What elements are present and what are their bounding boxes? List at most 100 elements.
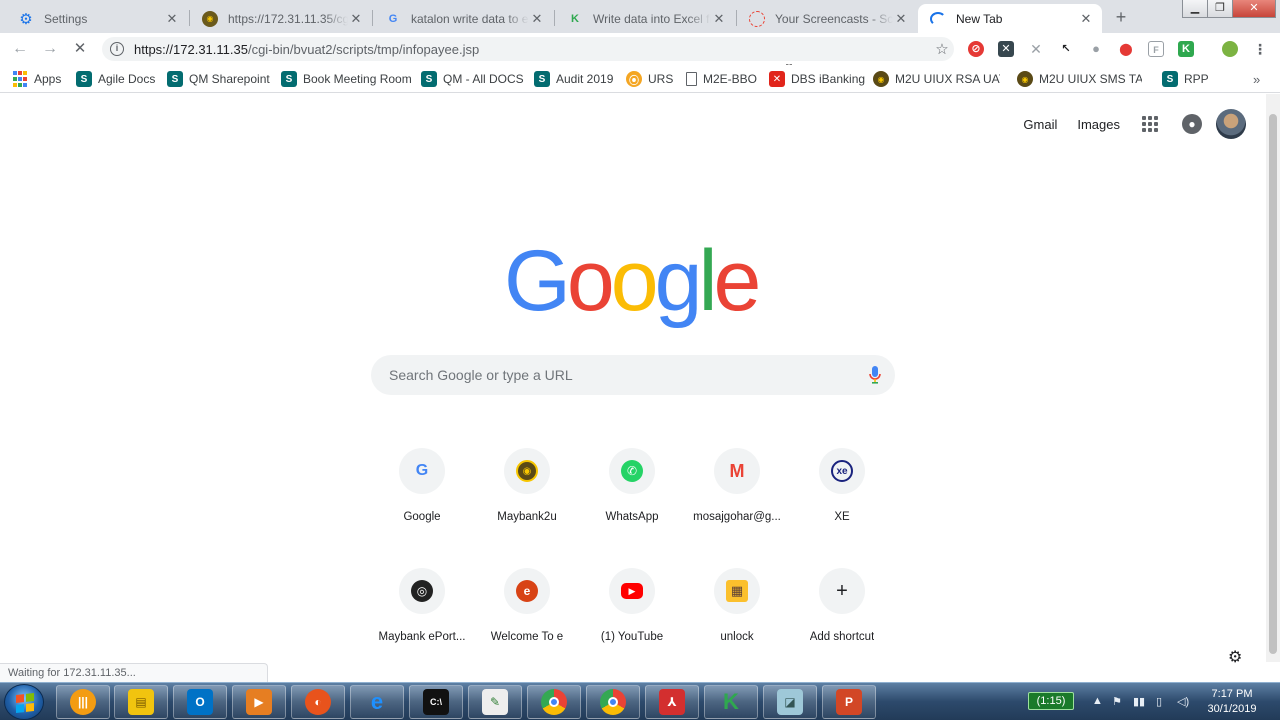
extension-x-icon[interactable]: ✕ xyxy=(998,41,1014,57)
shortcut-whatsapp[interactable]: ✆ WhatsApp xyxy=(576,440,688,540)
network-icon[interactable]: ▮▮ xyxy=(1133,695,1145,708)
bookmark-audit-2019[interactable]: S Audit 2019 xyxy=(534,70,613,88)
bookmark-agile-docs[interactable]: S Agile Docs xyxy=(76,70,155,88)
taskbar-acrobat[interactable]: ⅄ xyxy=(645,685,699,719)
taskbar-chrome-2[interactable] xyxy=(586,685,640,719)
taskbar-ie[interactable]: e xyxy=(350,685,404,719)
extension-red-icon[interactable]: ⊘ xyxy=(968,41,984,57)
extension-cross-icon[interactable]: ✕ xyxy=(1028,41,1044,57)
close-icon[interactable]: ✕ xyxy=(529,11,545,27)
search-box[interactable] xyxy=(371,355,895,395)
shortcut-maybank-eportal[interactable]: ◎ Maybank ePort... xyxy=(366,560,478,660)
forward-arrow-icon[interactable]: → xyxy=(39,38,61,60)
tab-katalon-search[interactable]: G katalon write data to excel ✕ xyxy=(373,4,553,33)
fingerprint-icon: ◎ xyxy=(399,568,445,614)
extension-cursor-icon[interactable]: ↖ xyxy=(1058,41,1074,57)
chevron-up-icon[interactable]: ▲ xyxy=(1092,695,1103,707)
bookmark-m2e-bbo[interactable]: M2E-BBO xyxy=(686,70,757,88)
bookmark-qm-all-docs[interactable]: S QM - All DOCS xyxy=(421,70,524,88)
shortcut-xe[interactable]: xe XE xyxy=(786,440,898,540)
katalon-icon: K xyxy=(723,689,739,714)
tab-new-tab[interactable]: New Tab ✕ xyxy=(918,4,1102,33)
avatar[interactable] xyxy=(1216,109,1246,139)
taskbar-notepad[interactable]: ✎ xyxy=(468,685,522,719)
close-icon[interactable]: ✕ xyxy=(164,11,180,27)
minimize-button[interactable]: ▁ xyxy=(1182,0,1208,18)
tab-settings[interactable]: ⚙ Settings ✕ xyxy=(6,4,188,33)
address-bar[interactable]: i https://172.31.11.35/cgi-bin/bvuat2/sc… xyxy=(102,37,954,61)
shortcut-label: Add shortcut xyxy=(809,631,875,643)
bookmark-dbs-ibanking[interactable]: ✕ DBS iBanking xyxy=(769,70,865,88)
bookmark-book-meeting-room[interactable]: S Book Meeting Room xyxy=(281,70,412,88)
bookmark-apps[interactable]: Apps xyxy=(12,70,61,88)
bookmark-qm-sharepoint[interactable]: S QM Sharepoint xyxy=(167,70,270,88)
shortcut-gmail[interactable]: M mosajgohar@g... xyxy=(681,440,793,540)
bookmark-m2u-sms-table[interactable]: ◉ M2U UIUX SMS TABLE xyxy=(1017,70,1142,88)
close-icon[interactable]: ✕ xyxy=(1078,11,1094,27)
tab-screencasts[interactable]: Your Screencasts - Screencast ✕ xyxy=(737,4,917,33)
url-text[interactable]: https://172.31.11.35/cgi-bin/bvuat2/scri… xyxy=(134,42,930,57)
new-tab-button[interactable]: + xyxy=(1108,6,1134,28)
close-icon[interactable]: ✕ xyxy=(893,11,909,27)
taskbar-firefox[interactable]: ◐ xyxy=(291,685,345,719)
taskbar-cmd[interactable]: C:\ xyxy=(409,685,463,719)
extension-green-icon[interactable] xyxy=(1222,41,1238,57)
taskbar-chrome-1[interactable] xyxy=(527,685,581,719)
sharepoint-icon: S xyxy=(281,71,297,87)
google-icon: G xyxy=(388,12,398,25)
add-shortcut-button[interactable]: + Add shortcut xyxy=(786,560,898,660)
bookmark-urs[interactable]: ⦿ URS xyxy=(626,70,673,88)
customize-gear-icon[interactable]: ⚙ xyxy=(1228,647,1242,667)
shortcut-maybank2u[interactable]: ◉ Maybank2u xyxy=(471,440,583,540)
bookmark-m2u-rsa-uat[interactable]: ◉ M2U UIUX RSA UAT xyxy=(873,70,1000,88)
tab-write-excel[interactable]: K Write data into Excel file ✕ xyxy=(555,4,735,33)
search-input[interactable] xyxy=(389,367,855,383)
maybank-icon: ◉ xyxy=(873,71,889,87)
taskbar-outlook[interactable]: O xyxy=(173,685,227,719)
tab-title: https://172.31.11.35/cgi-bin xyxy=(228,11,348,26)
new-tab-page: Gmail Images ● Google Search Google or t… xyxy=(0,94,1266,666)
chevron-right-icon[interactable]: » xyxy=(1253,72,1260,87)
sharepoint-icon: S xyxy=(76,71,92,87)
extension-record-icon[interactable]: ⬤ xyxy=(1118,41,1134,57)
bookmark-star-icon[interactable]: ☆ xyxy=(930,40,954,58)
menu-dots-icon[interactable]: ⋮ xyxy=(1252,41,1268,57)
folder-icon: ▤ xyxy=(128,689,154,715)
system-clock[interactable]: 7:17 PM 30/1/2019 xyxy=(1196,687,1268,717)
taskbar-eraser[interactable]: ◪ xyxy=(763,685,817,719)
taskbar-app-1[interactable]: ||| xyxy=(56,685,110,719)
bookmark-rpp[interactable]: S RPP xyxy=(1162,70,1209,88)
extension-circle-icon[interactable]: ● xyxy=(1088,41,1104,57)
scrollbar-thumb[interactable] xyxy=(1269,114,1277,654)
extension-frame-icon[interactable]: F xyxy=(1148,41,1164,57)
apps-grid-icon[interactable] xyxy=(1142,116,1158,132)
images-link[interactable]: Images xyxy=(1077,117,1120,132)
back-arrow-icon[interactable]: ← xyxy=(9,38,31,60)
close-icon[interactable]: ✕ xyxy=(348,11,364,27)
flag-icon[interactable]: ⚑ xyxy=(1112,695,1122,708)
battery-icon[interactable]: ▯ xyxy=(1156,695,1162,708)
battery-meter[interactable]: (1:15) xyxy=(1028,692,1074,710)
notifications-icon[interactable]: ● xyxy=(1182,114,1202,134)
restore-button[interactable]: ❐ xyxy=(1207,0,1233,18)
taskbar-explorer[interactable]: ▤ xyxy=(114,685,168,719)
start-button[interactable] xyxy=(4,684,44,720)
shortcut-youtube[interactable]: ▶ (1) YouTube xyxy=(576,560,688,660)
stop-loading-icon[interactable]: ✕ xyxy=(69,38,91,60)
microphone-icon[interactable] xyxy=(855,365,895,385)
close-icon[interactable]: ✕ xyxy=(711,11,727,27)
tab-cgi-bin[interactable]: ◉ https://172.31.11.35/cgi-bin ✕ xyxy=(190,4,372,33)
window-close-button[interactable]: ✕ xyxy=(1232,0,1276,18)
taskbar-powerpoint[interactable]: P xyxy=(822,685,876,719)
taskbar-media[interactable]: ▶ xyxy=(232,685,286,719)
scrollbar[interactable] xyxy=(1266,94,1280,662)
site-info-icon[interactable]: i xyxy=(110,42,124,56)
shortcut-google[interactable]: G Google xyxy=(366,440,478,540)
katalon-extension-icon[interactable]: K xyxy=(1178,41,1194,57)
volume-icon[interactable]: ◁) xyxy=(1177,695,1189,708)
gmail-link[interactable]: Gmail xyxy=(1023,117,1057,132)
taskbar-katalon[interactable]: K xyxy=(704,685,758,719)
shortcut-welcome[interactable]: e Welcome To e xyxy=(471,560,583,660)
shortcut-unlock[interactable]: ▦ unlock xyxy=(681,560,793,660)
google-logo-icon: Google xyxy=(504,240,763,329)
